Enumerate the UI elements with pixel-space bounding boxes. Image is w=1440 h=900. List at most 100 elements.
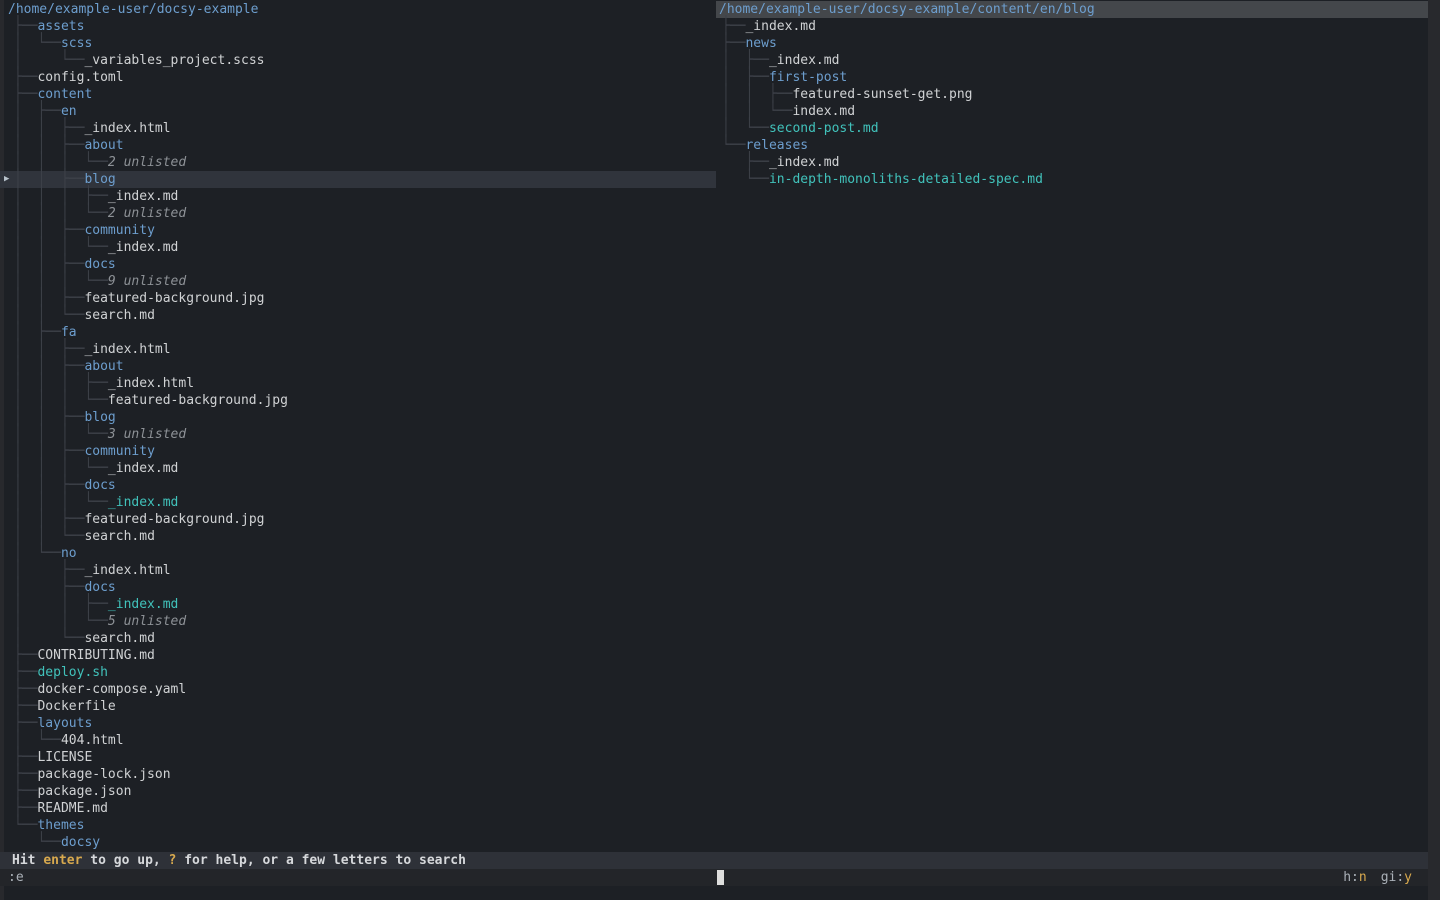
tree-row-directory[interactable]: ├──content: [0, 86, 716, 103]
file-name: _index.html: [108, 376, 194, 391]
file-name: featured-background.jpg: [84, 512, 264, 527]
right-panel-path[interactable]: /home/example-user/docsy-example/content…: [716, 1, 1428, 18]
status-message: Hit enter to go up, ? for help, or a few…: [12, 853, 466, 868]
tree-row-directory[interactable]: └──releases: [716, 137, 1440, 154]
tree-row-file[interactable]: ├──_index.md: [716, 154, 1440, 171]
tree-row-directory[interactable]: ├──assets: [0, 18, 716, 35]
file-name: _variables_project.scss: [84, 53, 264, 68]
tree-row-file[interactable]: │ │ │ └──featured-background.jpg: [0, 392, 716, 409]
tree-branch-lines: └──: [14, 831, 61, 853]
file-name: index.md: [792, 104, 855, 119]
tree-row-unlisted: │ │ └──5 unlisted: [0, 613, 716, 630]
file-name: _index.md: [745, 19, 815, 34]
tree-row-file[interactable]: │ └──second-post.md: [716, 120, 1440, 137]
tree-row-file[interactable]: │ │ ├──featured-background.jpg: [0, 290, 716, 307]
tree-row-unlisted: │ │ │ └──3 unlisted: [0, 426, 716, 443]
command-input-value[interactable]: :e: [8, 869, 24, 886]
tree-row-file[interactable]: ├──LICENSE: [0, 749, 716, 766]
tree-row-file[interactable]: │ │ │ └──_index.md: [0, 494, 716, 511]
left-panel: /home/example-user/docsy-example ├──asse…: [0, 1, 716, 851]
tree-row-file[interactable]: │ │ └──search.md: [0, 307, 716, 324]
directory-name: docsy: [61, 835, 100, 850]
tree-row-directory[interactable]: │ └──no: [0, 545, 716, 562]
tree-row-file[interactable]: │ ├──_index.html: [0, 562, 716, 579]
tree-row-file[interactable]: ├──_index.md: [716, 18, 1440, 35]
file-name: README.md: [37, 801, 107, 816]
tree-row-file[interactable]: │ │ ├──featured-background.jpg: [0, 511, 716, 528]
file-name: package-lock.json: [37, 767, 170, 782]
flag-label: gi:: [1381, 870, 1404, 885]
flag-value: n: [1359, 870, 1367, 885]
tree-row-file[interactable]: └──in-depth-monoliths-detailed-spec.md: [716, 171, 1440, 188]
tree-row-file[interactable]: ├──package-lock.json: [0, 766, 716, 783]
file-name: LICENSE: [37, 750, 92, 765]
tree-row-directory[interactable]: │ ├──fa: [0, 324, 716, 341]
tree-row-file[interactable]: ├──CONTRIBUTING.md: [0, 647, 716, 664]
tree-row-directory[interactable]: │ └──scss: [0, 35, 716, 52]
status-text: to go up,: [82, 853, 168, 868]
left-panel-path[interactable]: /home/example-user/docsy-example: [0, 1, 716, 18]
selection-arrow-icon: ▶: [4, 171, 9, 188]
tree-row-file[interactable]: │ ├──_index.md: [716, 52, 1440, 69]
file-name: config.toml: [37, 70, 123, 85]
broot-terminal: /home/example-user/docsy-example ├──asse…: [0, 0, 1440, 900]
tree-row-file[interactable]: ├──README.md: [0, 800, 716, 817]
tree-row-directory[interactable]: │ ├──en: [0, 103, 716, 120]
file-name: featured-background.jpg: [84, 291, 264, 306]
unlisted-count: 5 unlisted: [108, 614, 186, 629]
tree-row-file[interactable]: │ └──search.md: [0, 630, 716, 647]
tree-row-directory[interactable]: └──docsy: [0, 834, 716, 851]
tree-row-directory[interactable]: │ ├──first-post: [716, 69, 1440, 86]
tree-row-unlisted: │ │ │ └──9 unlisted: [0, 273, 716, 290]
file-name: search.md: [84, 631, 154, 646]
file-name: Dockerfile: [37, 699, 115, 714]
file-name: in-depth-monoliths-detailed-spec.md: [769, 172, 1043, 187]
tree-row-file[interactable]: ├──config.toml: [0, 69, 716, 86]
file-name: _index.md: [108, 189, 178, 204]
file-name: _index.html: [84, 342, 170, 357]
unlisted-count: 9 unlisted: [108, 274, 186, 289]
flag-gitignore: gi:y: [1381, 870, 1412, 885]
tree-row-file[interactable]: ├──deploy.sh: [0, 664, 716, 681]
file-name: package.json: [37, 784, 131, 799]
file-name: _index.md: [769, 53, 839, 68]
tree-row-file[interactable]: │ │ ├──_index.html: [0, 341, 716, 358]
flag-label: h:: [1343, 870, 1359, 885]
tree-row-directory[interactable]: └──themes: [0, 817, 716, 834]
file-name: deploy.sh: [37, 665, 107, 680]
right-tree: ├──_index.md├──news│ ├──_index.md│ ├──fi…: [716, 18, 1440, 188]
right-panel: /home/example-user/docsy-example/content…: [716, 1, 1440, 188]
tree-row-file[interactable]: │ │ │ └──_index.md: [0, 239, 716, 256]
tree-row-file[interactable]: │ │ ├──featured-sunset-get.png: [716, 86, 1440, 103]
tree-branch-lines: └──: [722, 168, 769, 190]
file-name: featured-background.jpg: [108, 393, 288, 408]
flag-hidden: h:n: [1343, 870, 1366, 885]
status-text: Hit: [12, 853, 43, 868]
tree-row-file[interactable]: ├──package.json: [0, 783, 716, 800]
tree-row-directory[interactable]: ├──news: [716, 35, 1440, 52]
tree-row-file[interactable]: │ │ │ └──_index.md: [0, 460, 716, 477]
tree-row-file[interactable]: │ └──404.html: [0, 732, 716, 749]
file-name: featured-sunset-get.png: [792, 87, 972, 102]
file-name: _index.html: [84, 121, 170, 136]
file-name: _index.md: [108, 461, 178, 476]
file-name: _index.md: [108, 597, 178, 612]
tree-row-file[interactable]: ├──Dockerfile: [0, 698, 716, 715]
tree-row-file[interactable]: │ │ └──index.md: [716, 103, 1440, 120]
input-cursor: [717, 870, 724, 885]
file-name: docker-compose.yaml: [37, 682, 186, 697]
unlisted-count: 2 unlisted: [108, 206, 186, 221]
tree-row-unlisted: │ │ │ └──2 unlisted: [0, 205, 716, 222]
status-key-hint: enter: [43, 853, 82, 868]
tree-row-unlisted: │ │ │ └──2 unlisted: [0, 154, 716, 171]
status-text: for help, or a few letters to search: [176, 853, 466, 868]
tree-row-file[interactable]: │ │ └──search.md: [0, 528, 716, 545]
tree-row-file[interactable]: │ └──_variables_project.scss: [0, 52, 716, 69]
command-input-line[interactable]: :e h:n gi:y: [0, 869, 1428, 886]
mode-flags: h:n gi:y: [1329, 869, 1412, 886]
tree-row-directory[interactable]: ├──layouts: [0, 715, 716, 732]
file-name: _index.md: [769, 155, 839, 170]
tree-row-file[interactable]: │ │ ├──_index.html: [0, 120, 716, 137]
tree-row-file[interactable]: ├──docker-compose.yaml: [0, 681, 716, 698]
file-name: search.md: [84, 529, 154, 544]
